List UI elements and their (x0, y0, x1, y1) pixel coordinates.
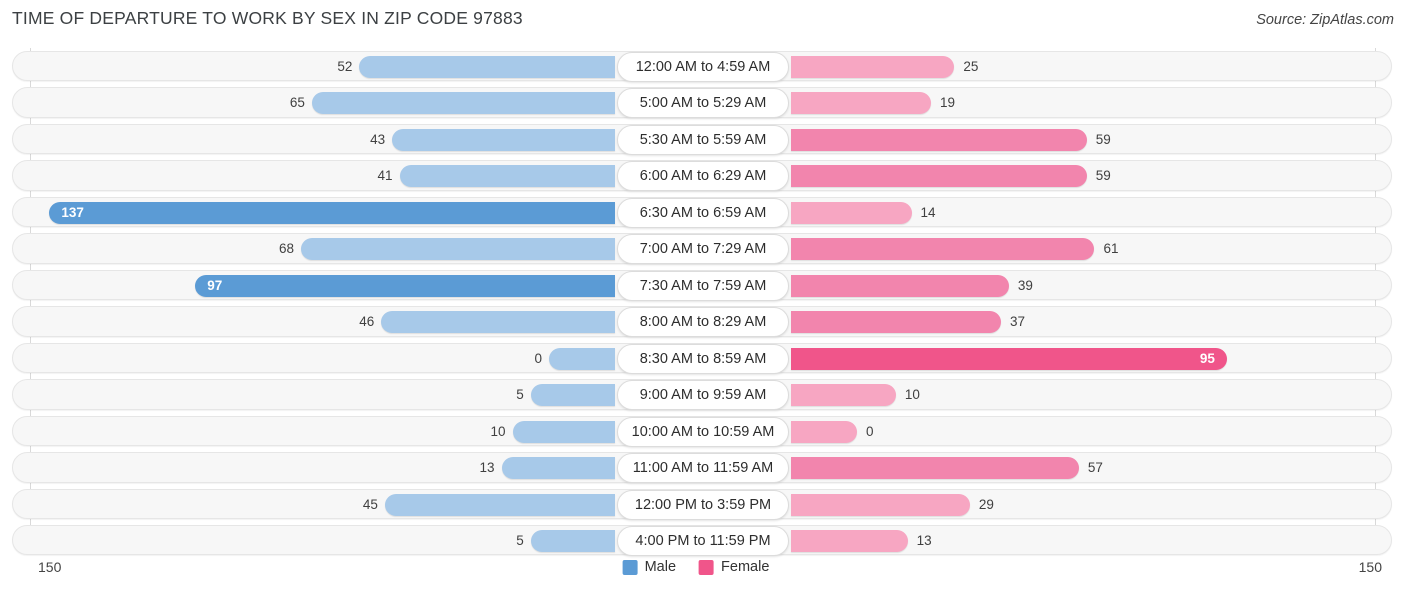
male-value-label: 137 (61, 204, 84, 220)
chart-row[interactable]: 13 57 11:00 AM to 11:59 AM (0, 449, 1406, 485)
legend-label-male: Male (644, 559, 677, 575)
chart-row[interactable]: 97 39 7:30 AM to 7:59 AM (0, 267, 1406, 303)
category-label: 11:00 AM to 11:59 AM (617, 453, 789, 484)
female-value-label: 29 (978, 496, 994, 512)
male-bar[interactable] (384, 493, 615, 516)
category-label: 6:30 AM to 6:59 AM (617, 197, 789, 228)
male-value-label: 5 (516, 387, 524, 403)
category-label: 6:00 AM to 6:29 AM (617, 161, 789, 192)
page-title: TIME OF DEPARTURE TO WORK BY SEX IN ZIP … (12, 8, 523, 28)
male-value-label: 5 (516, 533, 524, 549)
category-label: 8:30 AM to 8:59 AM (617, 343, 789, 374)
female-bar[interactable] (791, 530, 908, 553)
category-label: 4:00 PM to 11:59 PM (617, 526, 789, 557)
category-label: 9:00 AM to 9:59 AM (617, 380, 789, 411)
chart-row[interactable]: 10 0 10:00 AM to 10:59 AM (0, 413, 1406, 449)
diverging-bar-chart: 52 25 12:00 AM to 4:59 AM 65 19 5:00 AM to 5:… (0, 48, 1406, 557)
male-bar[interactable] (301, 238, 615, 261)
category-label: 7:30 AM to 7:59 AM (617, 270, 789, 301)
female-value-label: 57 (1087, 460, 1103, 476)
male-value-label: 0 (534, 350, 542, 366)
category-label: 12:00 AM to 4:59 AM (617, 52, 789, 82)
male-bar[interactable] (501, 457, 615, 480)
female-color-swatch (699, 559, 715, 575)
female-value-label: 14 (920, 204, 936, 220)
chart-row[interactable]: 137 14 6:30 AM to 6:59 AM (0, 194, 1406, 230)
male-bar[interactable] (512, 420, 615, 443)
chart-row[interactable]: 45 29 12:00 PM to 3:59 PM (0, 486, 1406, 522)
female-value-label: 13 (916, 533, 932, 549)
male-bar[interactable] (195, 274, 615, 297)
female-value-label: 19 (939, 95, 955, 111)
male-value-label: 45 (362, 496, 378, 512)
male-bar[interactable] (392, 128, 615, 151)
category-label: 5:30 AM to 5:59 AM (617, 124, 789, 155)
male-value-label: 46 (359, 314, 375, 330)
chart-row[interactable]: 41 59 6:00 AM to 6:29 AM (0, 157, 1406, 193)
female-value-label: 10 (904, 387, 920, 403)
female-bar[interactable] (791, 274, 1009, 297)
female-value-label: 0 (866, 423, 874, 439)
chart-row[interactable]: 65 19 5:00 AM to 5:29 AM (0, 84, 1406, 120)
category-label: 12:00 PM to 3:59 PM (617, 489, 789, 520)
female-bar[interactable] (791, 238, 1095, 261)
male-value-label: 68 (278, 241, 295, 257)
male-value-label: 41 (377, 168, 393, 184)
female-bar[interactable] (791, 311, 1002, 334)
female-bar[interactable] (791, 128, 1087, 151)
chart-row[interactable]: 46 37 8:00 AM to 8:29 AM (0, 303, 1406, 339)
chart-row[interactable]: 68 61 7:00 AM to 7:29 AM (0, 230, 1406, 266)
category-label: 10:00 AM to 10:59 AM (617, 416, 789, 447)
female-bar[interactable] (791, 201, 912, 224)
male-bar[interactable] (399, 165, 615, 188)
axis-max-left: 150 (38, 559, 62, 575)
male-value-label: 97 (207, 277, 223, 293)
female-bar[interactable] (791, 165, 1087, 188)
chart-row[interactable]: 52 25 12:00 AM to 4:59 AM (0, 48, 1406, 84)
female-bar[interactable] (791, 457, 1079, 480)
female-bar[interactable] (791, 56, 955, 78)
male-value-label: 43 (370, 131, 386, 147)
chart-row[interactable]: 0 95 8:30 AM to 8:59 AM (0, 340, 1406, 376)
male-bar[interactable] (530, 530, 615, 553)
category-label: 5:00 AM to 5:29 AM (617, 88, 789, 119)
female-value-label: 25 (963, 59, 979, 74)
chart-footer: 150 150 Male Female (0, 553, 1406, 594)
male-bar[interactable] (311, 92, 615, 115)
category-label: 7:00 AM to 7:29 AM (617, 234, 789, 265)
male-value-label: 65 (289, 95, 305, 111)
chart-page: TIME OF DEPARTURE TO WORK BY SEX IN ZIP … (0, 0, 1406, 594)
female-value-label: 59 (1095, 168, 1111, 184)
female-bar[interactable] (791, 420, 857, 443)
chart-row[interactable]: 43 59 5:30 AM to 5:59 AM (0, 121, 1406, 157)
legend-label-female: Female (721, 559, 770, 575)
male-bar[interactable] (530, 384, 615, 407)
source-attribution: Source: ZipAtlas.com (1256, 12, 1394, 28)
category-label: 8:00 AM to 8:29 AM (617, 307, 789, 338)
male-bar[interactable] (49, 201, 615, 224)
female-bar[interactable] (791, 384, 896, 407)
female-value-label: 95 (1199, 350, 1215, 366)
male-color-swatch (622, 559, 638, 575)
chart-row[interactable]: 5 10 9:00 AM to 9:59 AM (0, 376, 1406, 412)
male-value-label: 10 (490, 423, 506, 439)
female-bar[interactable] (791, 493, 970, 516)
male-value-label: 13 (479, 460, 495, 476)
chart-legend: Male Female (622, 559, 784, 575)
legend-item-female[interactable]: Female (699, 559, 769, 575)
female-value-label: 61 (1103, 241, 1119, 257)
axis-max-right: 150 (1358, 559, 1382, 575)
male-bar[interactable] (549, 347, 615, 370)
female-value-label: 37 (1010, 314, 1026, 330)
female-value-label: 59 (1095, 131, 1111, 147)
female-bar[interactable] (791, 347, 1227, 370)
male-value-label: 52 (337, 59, 353, 74)
female-bar[interactable] (791, 92, 931, 115)
legend-item-male[interactable]: Male (622, 559, 677, 575)
male-bar[interactable] (359, 56, 615, 78)
female-value-label: 39 (1017, 277, 1033, 293)
male-bar[interactable] (381, 311, 615, 334)
